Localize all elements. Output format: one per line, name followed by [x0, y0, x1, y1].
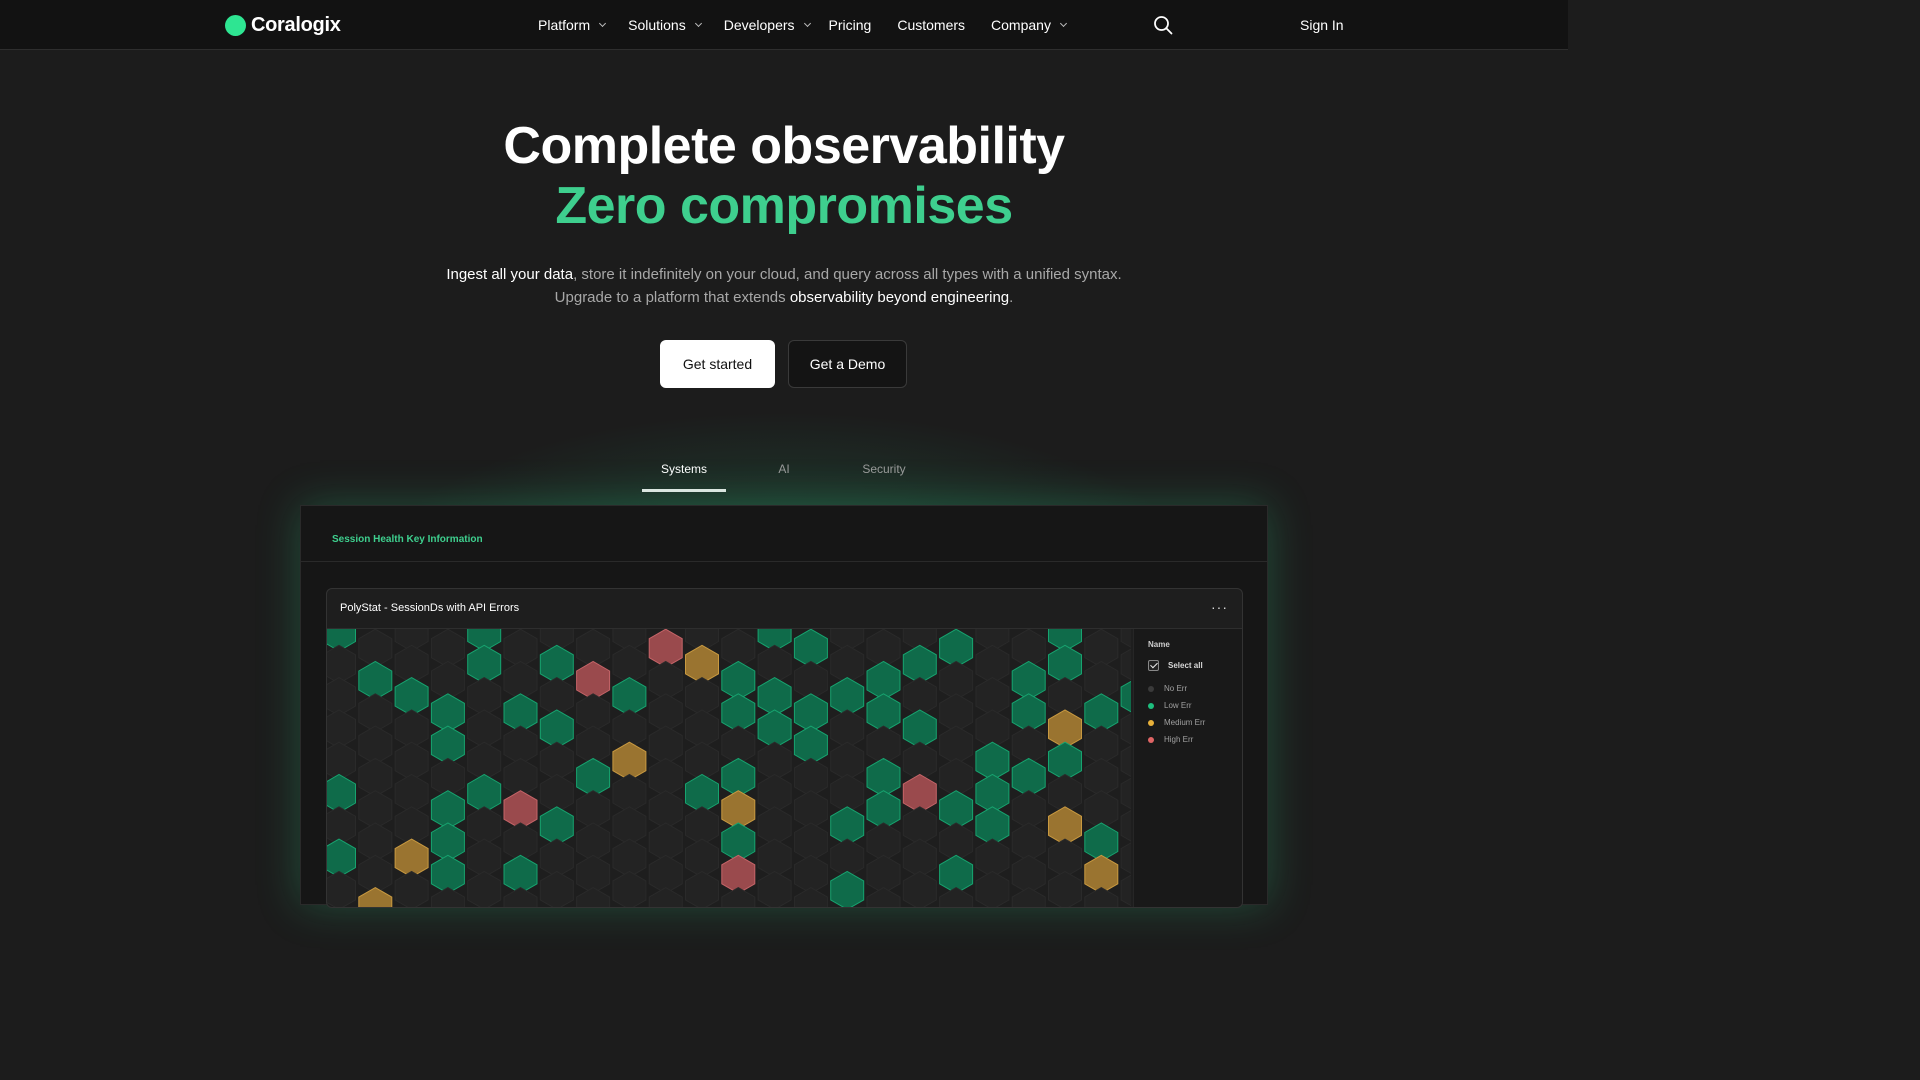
nav-item-pricing[interactable]: Pricing — [829, 17, 872, 33]
tab-systems[interactable]: Systems — [642, 462, 726, 492]
chevron-down-icon — [1059, 19, 1067, 28]
tab-ai[interactable]: AI — [726, 462, 842, 492]
hero-title-line2: Zero compromises — [555, 177, 1013, 235]
hex-cell-no-err[interactable] — [648, 887, 683, 908]
hex-cell-no-err[interactable] — [975, 870, 1010, 908]
hex-cell-no-err[interactable] — [327, 709, 356, 749]
chevron-down-icon — [599, 19, 607, 28]
hex-cell-no-err[interactable] — [327, 644, 356, 684]
hex-cell-no-err[interactable] — [1120, 871, 1131, 908]
select-all-label: Select all — [1168, 661, 1203, 670]
tab-security[interactable]: Security — [842, 462, 926, 492]
hex-cell-no-err[interactable] — [793, 887, 828, 908]
hex-cell-no-err[interactable] — [1120, 742, 1131, 780]
hex-cell-no-err[interactable] — [467, 870, 502, 908]
hex-cell-low-err[interactable] — [327, 838, 356, 878]
hex-cell-medium-err[interactable] — [358, 887, 393, 908]
nav-item-customers[interactable]: Customers — [897, 17, 965, 33]
legend-item-medium-err[interactable]: Medium Err — [1148, 718, 1205, 727]
hex-cell-no-err[interactable] — [327, 677, 356, 717]
hex-cell-no-err[interactable] — [1048, 870, 1082, 908]
subtitle-text: . — [1009, 289, 1014, 306]
hex-cell-no-err[interactable] — [327, 806, 356, 846]
legend-color-dot-icon — [1148, 719, 1154, 726]
subtitle-highlight: observability beyond engineering — [789, 289, 1010, 306]
hex-cell-low-err[interactable] — [327, 773, 356, 814]
hex-cell-no-err[interactable] — [539, 870, 574, 908]
get-demo-button[interactable]: Get a Demo — [788, 340, 907, 388]
product-tabs: Systems AI Security — [642, 462, 926, 492]
search-icon[interactable] — [1153, 15, 1173, 35]
hex-cell-no-err[interactable] — [685, 870, 719, 908]
hex-cell-low-err[interactable] — [830, 870, 865, 908]
hex-cell-no-err[interactable] — [1120, 645, 1131, 683]
nav-item-label: Solutions — [628, 17, 686, 33]
hex-cell-no-err[interactable] — [327, 741, 356, 781]
hexagon-grid-svg — [327, 629, 1131, 908]
hex-cell-no-err[interactable] — [1120, 839, 1131, 877]
legend-item-no-err[interactable]: No Err — [1148, 684, 1187, 693]
hexagon-grid — [327, 629, 1131, 908]
hex-cell-no-err[interactable] — [1120, 775, 1131, 813]
dashboard-preview-panel: Session Health Key Information PolyStat … — [300, 505, 1268, 908]
get-started-button[interactable]: Get started — [660, 340, 775, 388]
polystat-widget: PolyStat - SessionDs with API Errors ···… — [326, 588, 1243, 908]
legend-item-low-err[interactable]: Low Err — [1148, 701, 1192, 710]
nav-item-solutions[interactable]: Solutions — [628, 17, 702, 33]
hex-cell-no-err[interactable] — [721, 887, 756, 908]
legend-item-label: Low Err — [1164, 701, 1192, 710]
legend-color-dot-icon — [1148, 736, 1154, 743]
nav-item-platform[interactable]: Platform — [538, 17, 607, 33]
hex-cell-no-err[interactable] — [1120, 710, 1131, 748]
hex-cell-no-err[interactable] — [939, 887, 974, 908]
hex-cell-no-err[interactable] — [1120, 807, 1131, 845]
hero-title-line1: Complete observability — [503, 117, 1065, 175]
hex-cell-no-err[interactable] — [430, 887, 465, 908]
logo-text: Coralogix — [251, 14, 341, 36]
logo-mark-icon — [225, 15, 246, 36]
legend-item-label: No Err — [1164, 684, 1188, 693]
select-all-checkbox[interactable]: Select all — [1148, 660, 1203, 671]
subtitle-highlight: Ingest all your data — [446, 266, 574, 283]
nav-item-company[interactable]: Company — [991, 17, 1067, 33]
hex-cell-no-err[interactable] — [394, 870, 429, 908]
sign-in-link[interactable]: Sign In — [1300, 17, 1344, 33]
hex-cell-no-err[interactable] — [902, 870, 937, 908]
legend-color-dot-icon — [1148, 702, 1154, 709]
hex-cell-no-err[interactable] — [866, 887, 901, 908]
nav-item-label: Pricing — [828, 17, 872, 33]
chevron-down-icon — [694, 19, 702, 28]
legend-header: Name — [1148, 640, 1170, 649]
widget-header: PolyStat - SessionDs with API Errors ··· — [327, 589, 1242, 629]
nav-item-developers[interactable]: Developers — [723, 17, 811, 33]
checkbox-checked-icon[interactable] — [1148, 660, 1159, 671]
coralogix-logo[interactable]: Coralogix — [225, 14, 341, 37]
hex-cell-no-err[interactable] — [757, 870, 792, 908]
nav-item-label: Customers — [897, 17, 966, 33]
legend-item-high-err[interactable]: High Err — [1148, 735, 1193, 744]
hero-title: Complete observability Zero compromises — [0, 116, 1568, 236]
legend-panel: Name Select all No Err Low Err Medium Err H… — [1133, 629, 1242, 907]
hex-cell-no-err[interactable] — [327, 870, 356, 908]
hex-cell-no-err[interactable] — [612, 870, 647, 908]
nav-item-label: Company — [991, 17, 1051, 33]
top-navbar: Coralogix Platform Solutions Developers Pri… — [0, 0, 1568, 50]
widget-title: PolyStat - SessionDs with API Errors — [340, 602, 520, 614]
hex-cell-no-err[interactable] — [1120, 629, 1131, 651]
hex-cell-no-err[interactable] — [1084, 887, 1119, 908]
legend-item-label: High Err — [1164, 735, 1194, 744]
legend-item-label: Medium Err — [1164, 718, 1206, 727]
hex-cell-no-err[interactable] — [576, 887, 611, 908]
hex-cell-no-err[interactable] — [503, 887, 538, 908]
more-options-icon[interactable]: ··· — [1211, 599, 1228, 615]
panel-title: Session Health Key Information — [332, 534, 483, 545]
hex-cell-low-err[interactable] — [1120, 678, 1131, 716]
nav-item-label: Platform — [538, 17, 591, 33]
nav-item-label: Developers — [723, 17, 795, 33]
hero-subtitle: Ingest all your data, store it indefinit… — [434, 263, 1134, 309]
main-menu: Platform Solutions Developers Pricing Custom… — [538, 17, 1067, 33]
legend-color-dot-icon — [1148, 685, 1154, 692]
hex-cell-no-err[interactable] — [1011, 887, 1046, 908]
chevron-down-icon — [803, 19, 811, 28]
